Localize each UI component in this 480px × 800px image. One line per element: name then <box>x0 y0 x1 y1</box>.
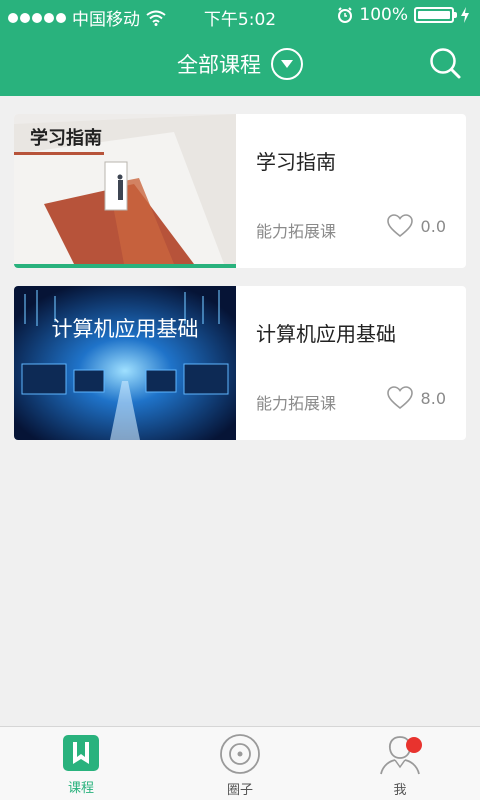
course-title: 计算机应用基础 <box>256 322 396 346</box>
page-title: 全部课程 <box>177 53 261 77</box>
course-category: 能力拓展课 <box>256 222 337 241</box>
like-count: 8.0 <box>420 388 446 408</box>
course-category: 能力拓展课 <box>256 394 337 413</box>
course-card[interactable]: 学习指南 学习指南 能力拓展课 0.0 <box>14 114 466 268</box>
tab-me[interactable]: 我 <box>340 733 460 799</box>
tab-bar: 课程 圈子 我 <box>0 726 480 800</box>
heart-icon <box>386 386 413 410</box>
course-title: 学习指南 <box>256 150 336 174</box>
like-button[interactable]: 8.0 <box>386 386 446 410</box>
charging-icon <box>461 7 469 23</box>
circle-icon <box>220 734 260 774</box>
book-icon <box>63 735 99 771</box>
tab-label: 课程 <box>67 781 94 796</box>
like-count: 0.0 <box>420 216 446 236</box>
notification-badge <box>406 737 422 753</box>
battery-percent: 100% <box>359 5 408 25</box>
thumbnail-caption: 计算机应用基础 <box>52 317 199 341</box>
app-header: 中国移动 下午5:02 100% 全部课程 <box>0 0 480 96</box>
course-list: 学习指南 学习指南 能力拓展课 0.0 计算机应用基础 计算机应用基础 能力拓展… <box>14 114 466 458</box>
heart-icon <box>386 214 413 238</box>
tab-label: 我 <box>393 783 407 798</box>
course-card[interactable]: 计算机应用基础 计算机应用基础 能力拓展课 8.0 <box>14 286 466 440</box>
search-icon[interactable] <box>428 46 462 80</box>
thumbnail-caption: 学习指南 <box>30 127 102 148</box>
category-selector[interactable]: 全部课程 <box>0 42 480 86</box>
status-bar: 中国移动 下午5:02 100% <box>0 0 480 32</box>
tab-label: 圈子 <box>226 783 253 798</box>
tab-circle[interactable]: 圈子 <box>180 733 300 799</box>
course-thumbnail: 学习指南 <box>14 114 236 268</box>
battery-icon <box>414 7 457 23</box>
course-thumbnail: 计算机应用基础 <box>14 286 236 440</box>
like-button[interactable]: 0.0 <box>386 214 446 238</box>
chevron-down-icon[interactable] <box>271 48 303 80</box>
alarm-icon <box>338 7 353 23</box>
tab-courses[interactable]: 课程 <box>21 733 141 799</box>
